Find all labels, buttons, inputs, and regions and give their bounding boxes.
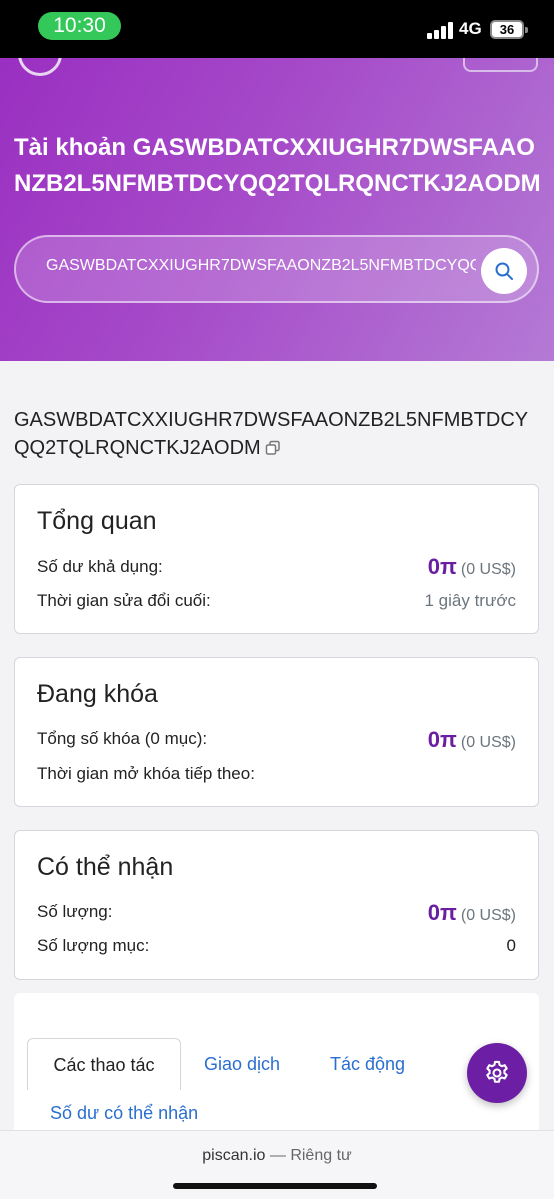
tab-operations[interactable]: Các thao tác xyxy=(27,1038,181,1090)
total-locked-pi: 0π xyxy=(427,727,457,752)
tab-transactions[interactable]: Giao dịch xyxy=(204,1038,280,1090)
count-label: Số lượng mục: xyxy=(37,936,150,955)
activity-tabs: Các thao tác Giao dịch Tác động Số dư có… xyxy=(14,993,539,1153)
amount-value: 0π (0 US$) xyxy=(428,900,516,926)
gear-icon xyxy=(486,1060,508,1083)
home-indicator xyxy=(173,1183,377,1189)
balance-usd: (0 US$) xyxy=(460,561,516,578)
balance-value: 0π (0 US$) xyxy=(428,554,516,580)
modified-value: 1 giây trước xyxy=(424,591,517,610)
count-value: 0 xyxy=(506,936,516,955)
logo-icon[interactable] xyxy=(18,58,62,76)
overview-card: Tổng quan Số dư khả dụng: 0π (0 US$) Thời… xyxy=(14,484,539,634)
locked-title: Đang khóa xyxy=(37,680,158,708)
footer-separator: — xyxy=(265,1147,291,1164)
locked-card: Đang khóa Tổng số khóa (0 mục): 0π (0 US$… xyxy=(14,657,539,807)
tab-claimable-balance[interactable]: Số dư có thể nhận xyxy=(50,1103,198,1124)
account-id: GASWBDATCXXIUGHR7DWSFAAONZB2L5NFMBTDCYQQ… xyxy=(14,406,540,464)
next-unlock-label: Thời gian mở khóa tiếp theo: xyxy=(37,764,255,783)
menu-button[interactable] xyxy=(463,58,538,72)
total-locked-usd: (0 US$) xyxy=(460,734,516,751)
balance-pi: 0π xyxy=(427,554,457,579)
claimable-title: Có thể nhận xyxy=(37,853,174,881)
footer-site[interactable]: piscan.io xyxy=(202,1147,265,1164)
amount-usd: (0 US$) xyxy=(460,907,516,924)
amount-pi: 0π xyxy=(427,900,457,925)
search-input[interactable] xyxy=(46,257,476,275)
browser-footer: piscan.io — Riêng tư xyxy=(0,1130,554,1199)
footer-privacy[interactable]: Riêng tư xyxy=(290,1147,351,1164)
battery-icon: 36 xyxy=(490,20,528,39)
hero-header: Tài khoản GASWBDATCXXIUGHR7DWSFAAONZB2L5… xyxy=(0,58,554,361)
modified-label: Thời gian sửa đổi cuối: xyxy=(37,591,211,610)
copy-icon[interactable] xyxy=(265,436,281,464)
status-bar: 10:30 4G 36 xyxy=(0,0,554,58)
tab-effects[interactable]: Tác động xyxy=(330,1038,405,1090)
balance-label: Số dư khả dụng: xyxy=(37,557,163,576)
overview-title: Tổng quan xyxy=(37,507,157,535)
search-icon xyxy=(495,262,513,280)
search-button[interactable] xyxy=(481,248,527,294)
status-time: 10:30 xyxy=(38,12,121,40)
footer-text: piscan.io — Riêng tư xyxy=(0,1147,554,1165)
amount-label: Số lượng: xyxy=(37,902,113,921)
network-label: 4G xyxy=(459,19,482,38)
total-locked-value: 0π (0 US$) xyxy=(428,727,516,753)
settings-button[interactable] xyxy=(467,1043,527,1103)
search-bar xyxy=(14,235,539,303)
signal-icon xyxy=(427,21,453,39)
claimable-card: Có thể nhận Số lượng: 0π (0 US$) Số lượng… xyxy=(14,830,539,980)
page-title: Tài khoản GASWBDATCXXIUGHR7DWSFAAONZB2L5… xyxy=(14,134,541,197)
total-locked-label: Tổng số khóa (0 mục): xyxy=(37,729,208,748)
